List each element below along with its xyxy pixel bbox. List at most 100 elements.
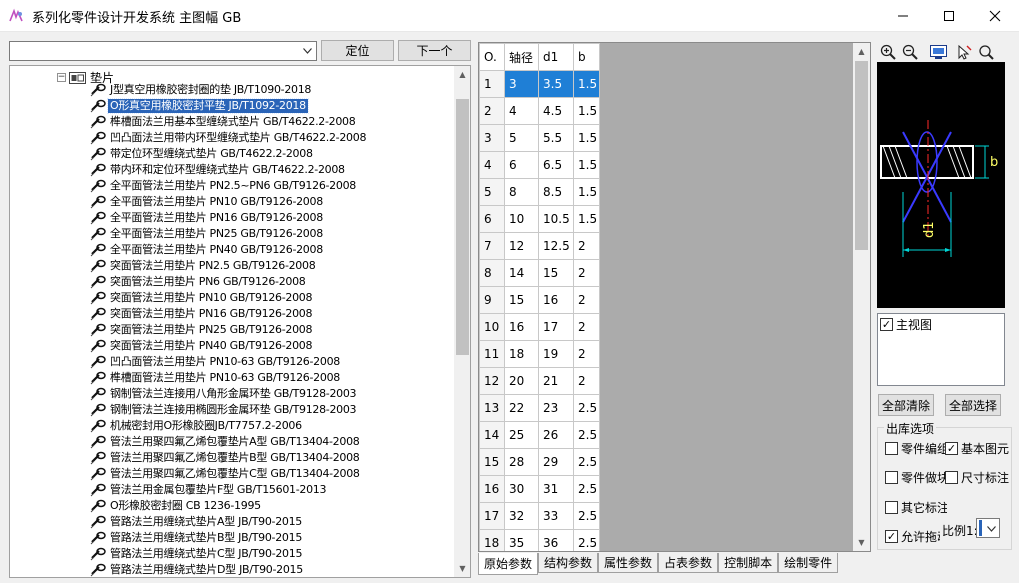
grid-cell[interactable]: 1.5 xyxy=(573,124,600,152)
grid-row[interactable]: 12 20 21 2 xyxy=(479,367,600,395)
grid-cell[interactable]: 10 xyxy=(504,205,539,233)
tree-item[interactable]: 突面管法兰用垫片 PN16 GB/T9126-2008 xyxy=(90,306,368,322)
grid-cell[interactable]: 1.5 xyxy=(573,178,600,206)
search-combo[interactable] xyxy=(9,41,317,61)
tree-item[interactable]: 突面管法兰用垫片 PN2.5 GB/T9126-2008 xyxy=(90,258,368,274)
tree-item[interactable]: 凹凸面管法兰用垫片 PN10-63 GB/T9126-2008 xyxy=(90,354,368,370)
grid-row[interactable]: 4 6 6.5 1.5 xyxy=(479,151,600,179)
output-option[interactable]: ✓允许拖动 xyxy=(885,528,940,545)
grid-cell[interactable]: 36 xyxy=(538,529,574,551)
grid-row[interactable]: 16 30 31 2.5 xyxy=(479,475,600,503)
tree-item[interactable]: 突面管法兰用垫片 PN40 GB/T9126-2008 xyxy=(90,338,368,354)
grid-row[interactable]: 15 28 29 2.5 xyxy=(479,448,600,476)
tree-item[interactable]: 全平面管法兰用垫片 PN40 GB/T9126-2008 xyxy=(90,242,368,258)
grid-cell[interactable]: 26 xyxy=(538,421,574,449)
grid-cell[interactable]: 5 xyxy=(504,124,539,152)
grid-cell[interactable]: 29 xyxy=(538,448,574,476)
clear-all-button[interactable]: 全部清除 xyxy=(878,394,934,416)
grid-cell[interactable]: 2 xyxy=(573,232,600,260)
zoom-in-button[interactable] xyxy=(877,43,899,61)
row-number-cell[interactable]: 11 xyxy=(479,340,505,368)
zoom-window-button[interactable] xyxy=(975,43,997,61)
grid-cell[interactable]: 23 xyxy=(538,394,574,422)
grid-cell[interactable]: 22 xyxy=(504,394,539,422)
grid-cell[interactable]: 31 xyxy=(538,475,574,503)
row-number-cell[interactable]: 14 xyxy=(479,421,505,449)
view-list[interactable]: ✓ 主视图 xyxy=(877,313,1005,386)
tree-scrollbar[interactable]: ▲ ▼ xyxy=(454,66,470,577)
tab[interactable]: 属性参数 xyxy=(598,553,659,573)
scale-combo[interactable] xyxy=(976,518,1000,538)
row-number-cell[interactable]: 18 xyxy=(479,529,505,551)
grid-cell[interactable]: 19 xyxy=(538,340,574,368)
locate-button[interactable]: 定位 xyxy=(321,40,394,61)
close-button[interactable] xyxy=(972,0,1018,31)
part-preview[interactable]: d1 b xyxy=(877,62,1005,308)
grid-cell[interactable]: 2.5 xyxy=(573,529,600,551)
row-number-cell[interactable]: 4 xyxy=(479,151,505,179)
grid-cell[interactable]: 2 xyxy=(573,367,600,395)
grid-cell[interactable]: 35 xyxy=(504,529,539,551)
checkbox[interactable]: ✓ xyxy=(945,442,958,455)
tab[interactable]: 结构参数 xyxy=(538,553,599,573)
grid-cell[interactable]: 28 xyxy=(504,448,539,476)
tree-item[interactable]: 全平面管法兰用垫片 PN2.5~PN6 GB/T9126-2008 xyxy=(90,178,368,194)
next-button[interactable]: 下一个 xyxy=(398,40,471,61)
grid-cell[interactable]: 12 xyxy=(504,232,539,260)
grid-cell[interactable]: 32 xyxy=(504,502,539,530)
grid-header-cell[interactable]: 轴径 xyxy=(504,43,539,71)
tree-item[interactable]: O形真空用橡胶密封平垫 JB/T1092-2018 xyxy=(90,98,368,114)
checkbox[interactable]: ✓ xyxy=(885,530,898,543)
zoom-out-button[interactable] xyxy=(899,43,921,61)
grid-row[interactable]: 17 32 33 2.5 xyxy=(479,502,600,530)
output-option[interactable]: 零件做块 xyxy=(885,469,945,487)
grid-row[interactable]: 1 3 3.5 1.5 xyxy=(479,70,600,98)
grid-cell[interactable]: 17 xyxy=(538,313,574,341)
tree-item[interactable]: 管路法兰用缠绕式垫片A型 JB/T90-2015 xyxy=(90,514,368,530)
tree-scrollbar-thumb[interactable] xyxy=(456,99,469,355)
checkbox[interactable] xyxy=(945,471,958,484)
grid-row[interactable]: 7 12 12.5 2 xyxy=(479,232,600,260)
tree-item[interactable]: 管路法兰用缠绕式垫片D型 JB/T90-2015 xyxy=(90,562,368,577)
parameter-grid[interactable]: O. 轴径 d1 b 1 3 3.5 1.5 2 4 4.5 1.5 3 5 5.5 1.5 4 6 6.5… xyxy=(478,42,871,552)
checkbox[interactable]: ✓ xyxy=(880,318,893,331)
minimize-button[interactable] xyxy=(880,0,926,31)
grid-cell[interactable]: 15 xyxy=(538,259,574,287)
grid-cell[interactable]: 2 xyxy=(573,259,600,287)
grid-cell[interactable]: 4.5 xyxy=(538,97,574,125)
grid-cell[interactable]: 15 xyxy=(504,286,539,314)
scroll-up-icon[interactable]: ▲ xyxy=(853,43,870,60)
tree-item[interactable]: O形橡胶密封圈 CB 1236-1995 xyxy=(90,498,368,514)
tree-item[interactable]: 管路法兰用缠绕式垫片B型 JB/T90-2015 xyxy=(90,530,368,546)
output-option[interactable]: 零件编组 xyxy=(885,440,945,458)
grid-row[interactable]: 3 5 5.5 1.5 xyxy=(479,124,600,152)
grid-row[interactable]: 9 15 16 2 xyxy=(479,286,600,314)
maximize-button[interactable] xyxy=(926,0,972,31)
tab[interactable]: 原始参数 xyxy=(478,553,539,575)
grid-row[interactable]: 13 22 23 2.5 xyxy=(479,394,600,422)
output-option[interactable]: ✓ 基本图元 xyxy=(945,440,1010,457)
grid-header-cell[interactable]: d1 xyxy=(538,43,574,71)
grid-cell[interactable]: 10.5 xyxy=(538,205,574,233)
grid-cell[interactable]: 1.5 xyxy=(573,70,600,98)
grid-row[interactable]: 2 4 4.5 1.5 xyxy=(479,97,600,125)
grid-cell[interactable]: 2 xyxy=(573,313,600,341)
grid-cell[interactable]: 2 xyxy=(573,286,600,314)
grid-cell[interactable]: 6 xyxy=(504,151,539,179)
grid-cell[interactable]: 2.5 xyxy=(573,475,600,503)
tree-item[interactable]: 带定位环型缠绕式垫片 GB/T4622.2-2008 xyxy=(90,146,368,162)
tree-item[interactable]: 全平面管法兰用垫片 PN16 GB/T9126-2008 xyxy=(90,210,368,226)
tree-item[interactable]: 突面管法兰用垫片 PN10 GB/T9126-2008 xyxy=(90,290,368,306)
grid-cell[interactable]: 8 xyxy=(504,178,539,206)
row-number-cell[interactable]: 10 xyxy=(479,313,505,341)
row-number-cell[interactable]: 8 xyxy=(479,259,505,287)
grid-row[interactable]: 14 25 26 2.5 xyxy=(479,421,600,449)
checkbox[interactable] xyxy=(885,442,898,455)
checkbox[interactable] xyxy=(885,501,898,514)
grid-row[interactable]: 8 14 15 2 xyxy=(479,259,600,287)
screen-button[interactable] xyxy=(927,43,949,61)
scroll-down-icon[interactable]: ▼ xyxy=(853,534,870,551)
tree-item[interactable]: 带内环和定位环型缠绕式垫片 GB/T4622.2-2008 xyxy=(90,162,368,178)
grid-row[interactable]: 5 8 8.5 1.5 xyxy=(479,178,600,206)
grid-cell[interactable]: 21 xyxy=(538,367,574,395)
